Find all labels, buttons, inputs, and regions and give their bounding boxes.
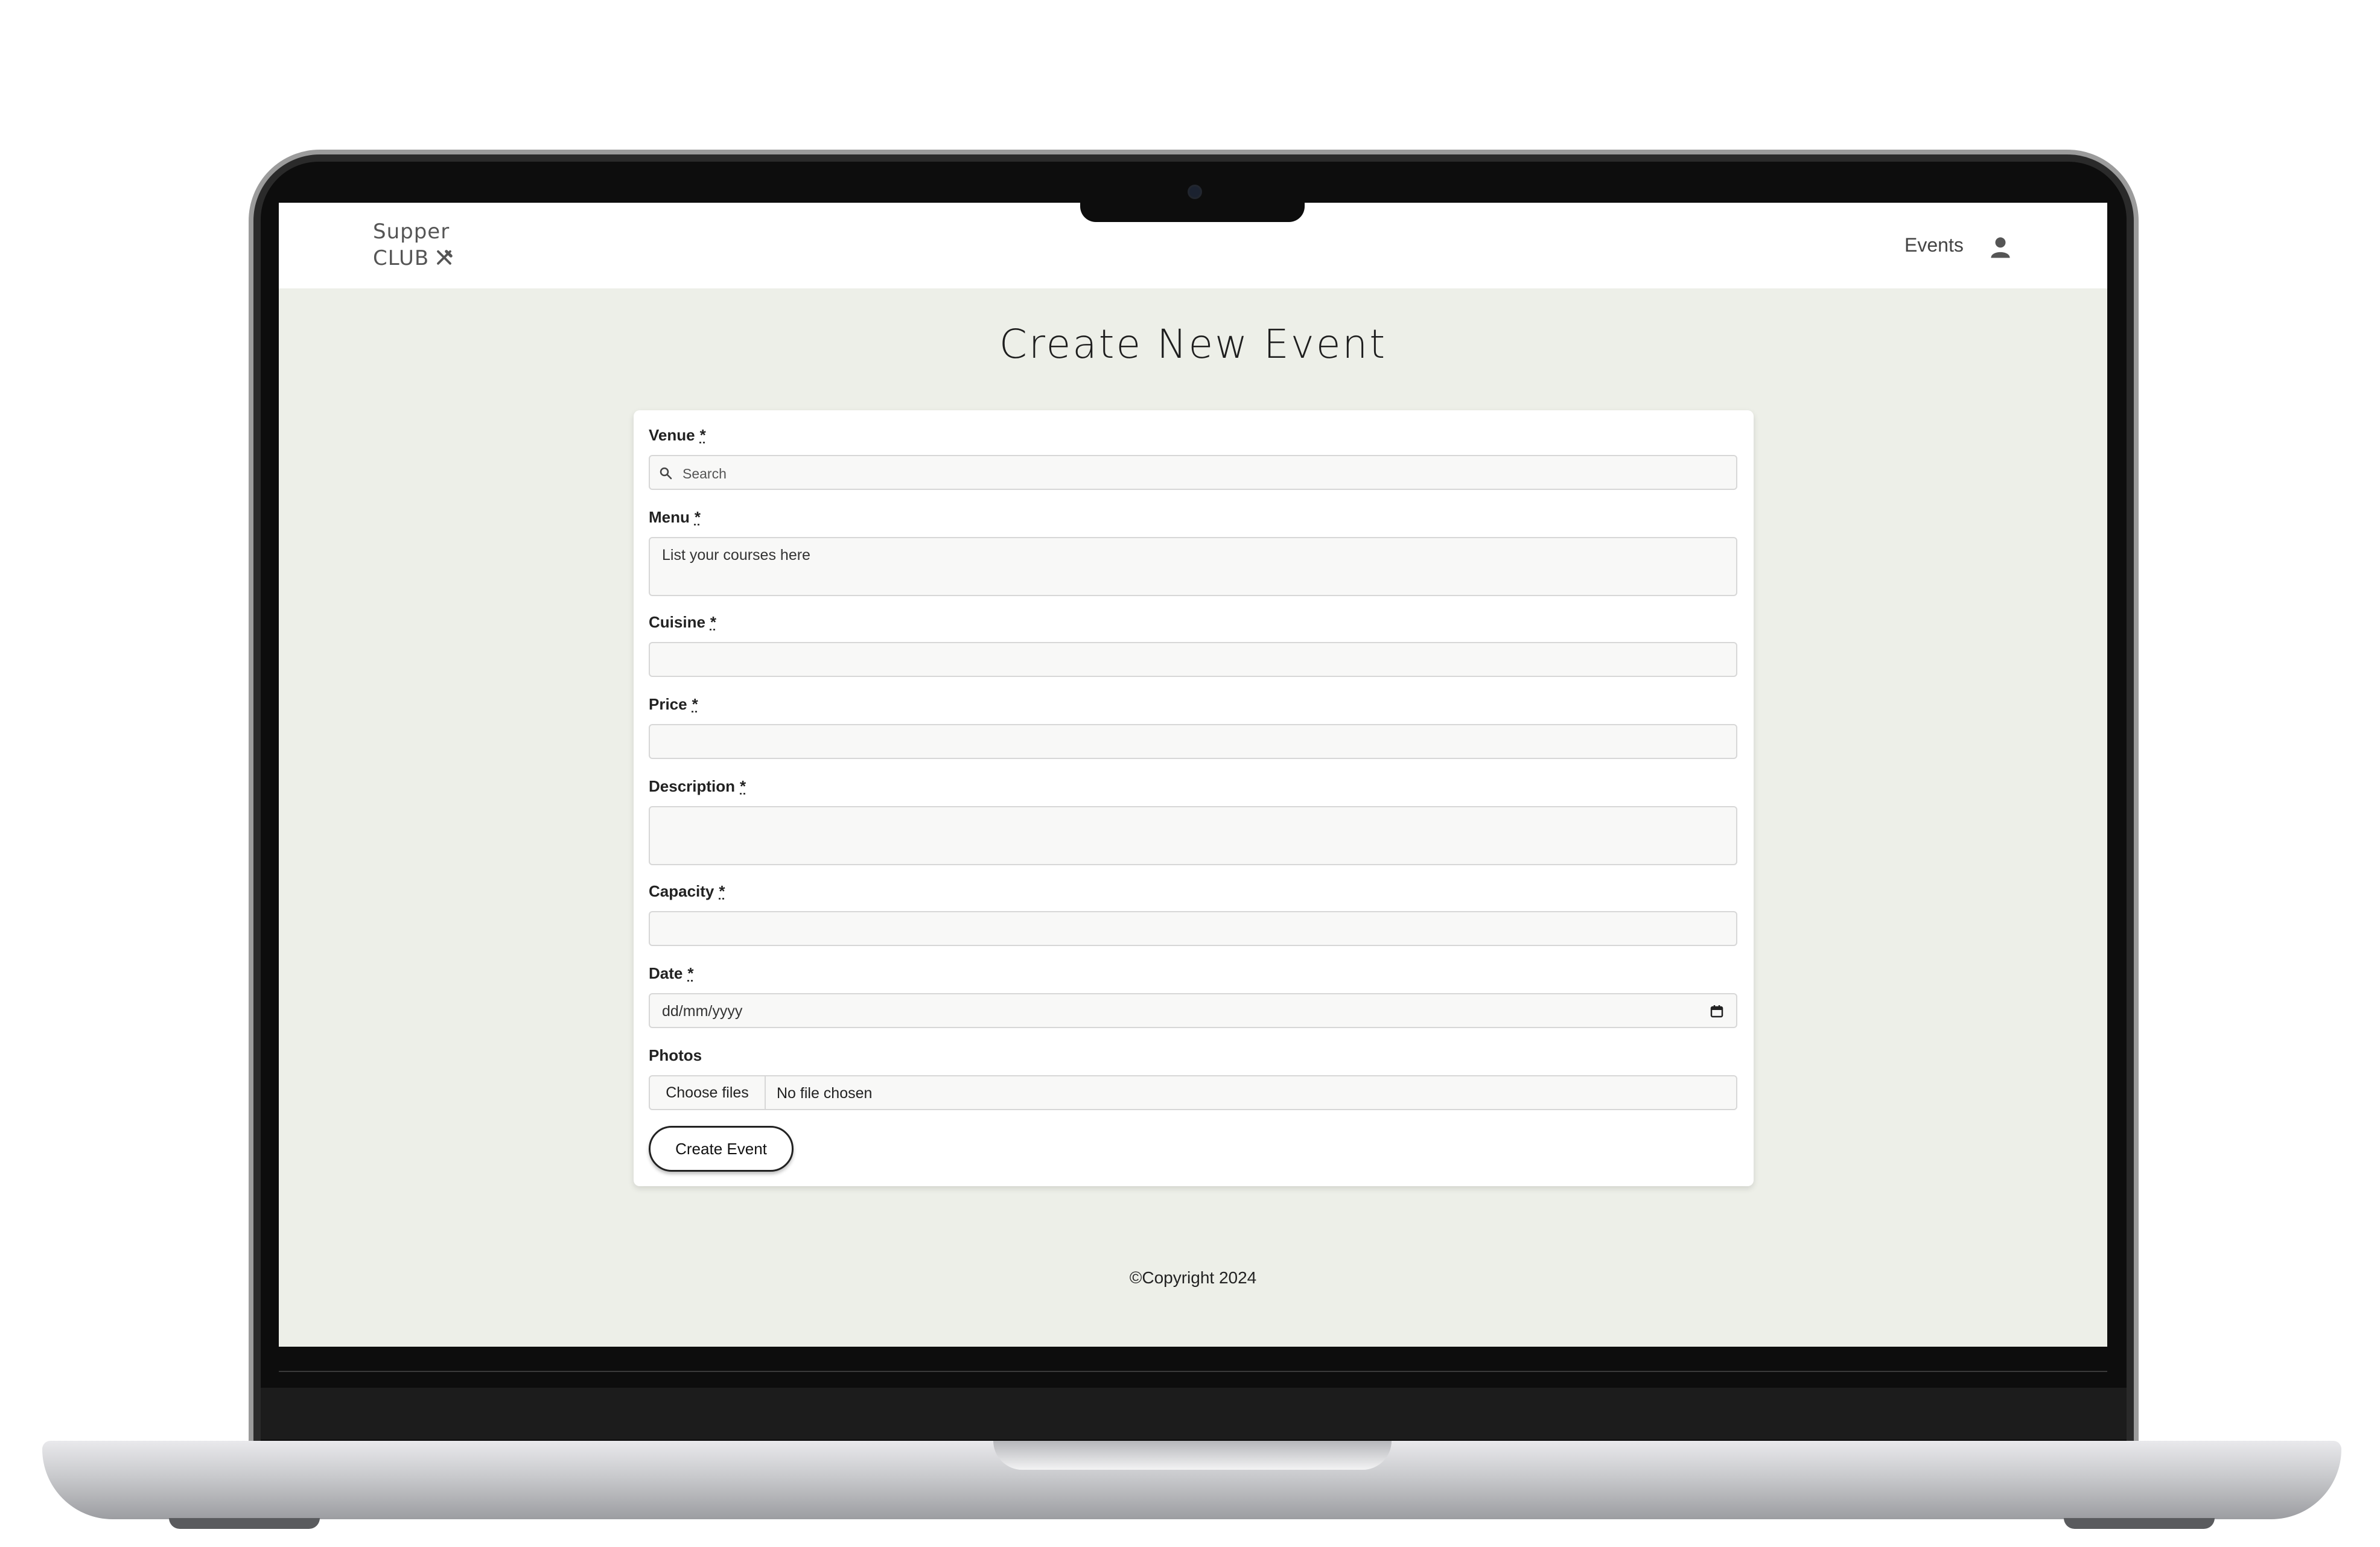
- screen-bottom-bezel: [279, 1347, 2107, 1372]
- description-textarea[interactable]: [649, 806, 1737, 865]
- required-marker: *: [740, 777, 746, 795]
- date-placeholder: dd/mm/yyyy: [662, 1003, 743, 1020]
- footer-copyright: ©Copyright 2024: [1129, 1268, 1257, 1287]
- fork-knife-icon: [437, 250, 453, 265]
- menu-placeholder: List your courses here: [662, 547, 810, 564]
- menu-textarea[interactable]: List your courses here: [649, 537, 1737, 596]
- brand-logo[interactable]: Supper CLUB: [373, 218, 453, 272]
- description-label-text: Description: [649, 777, 736, 795]
- mockup-stage: Supper CLUB Events Create New Event Venu…: [0, 0, 2380, 1547]
- search-icon: [660, 467, 672, 480]
- venue-search-input[interactable]: Search: [649, 455, 1737, 490]
- capacity-label: Capacity *: [649, 882, 725, 901]
- laptop-hinge: [261, 1388, 2127, 1440]
- user-icon[interactable]: [1990, 235, 2011, 258]
- price-label: Price *: [649, 695, 698, 714]
- trackpad-notch: [993, 1441, 1392, 1470]
- venue-label: Venue *: [649, 426, 706, 445]
- date-input[interactable]: dd/mm/yyyy: [649, 993, 1737, 1028]
- choose-files-button[interactable]: Choose files: [650, 1076, 766, 1109]
- date-label: Date *: [649, 964, 693, 983]
- camera-icon: [1188, 185, 1202, 199]
- required-marker: *: [710, 613, 717, 631]
- date-label-text: Date: [649, 964, 683, 982]
- brand-line-1: Supper: [373, 220, 450, 244]
- app-screen: Supper CLUB Events Create New Event Venu…: [279, 203, 2107, 1347]
- laptop-foot-left: [169, 1518, 320, 1529]
- cuisine-input[interactable]: [649, 642, 1737, 677]
- calendar-icon[interactable]: [1710, 1004, 1724, 1018]
- cuisine-label-text: Cuisine: [649, 613, 705, 631]
- required-marker: *: [719, 882, 725, 900]
- page-title: Create New Event: [999, 321, 1387, 367]
- photos-file-input[interactable]: Choose files No file chosen: [649, 1075, 1737, 1110]
- required-marker: *: [692, 695, 698, 713]
- cuisine-label: Cuisine *: [649, 613, 716, 632]
- description-label: Description *: [649, 777, 746, 796]
- photos-label: Photos: [649, 1046, 702, 1065]
- menu-label: Menu *: [649, 508, 701, 527]
- menu-label-text: Menu: [649, 508, 690, 526]
- required-marker: *: [687, 964, 694, 982]
- venue-label-text: Venue: [649, 426, 695, 444]
- price-label-text: Price: [649, 695, 687, 713]
- create-event-button[interactable]: Create Event: [649, 1126, 794, 1172]
- required-marker: *: [699, 426, 706, 444]
- venue-search-placeholder: Search: [682, 466, 727, 481]
- laptop-foot-right: [2064, 1518, 2215, 1529]
- photos-label-text: Photos: [649, 1046, 702, 1064]
- file-status: No file chosen: [777, 1085, 873, 1102]
- capacity-label-text: Capacity: [649, 882, 714, 900]
- required-marker: *: [694, 508, 701, 526]
- create-event-form: Venue * Search Menu * List your courses he…: [634, 410, 1754, 1186]
- brand-line-2: CLUB: [373, 246, 430, 270]
- price-input[interactable]: [649, 724, 1737, 759]
- capacity-input[interactable]: [649, 911, 1737, 946]
- nav-events-link[interactable]: Events: [1904, 234, 1964, 256]
